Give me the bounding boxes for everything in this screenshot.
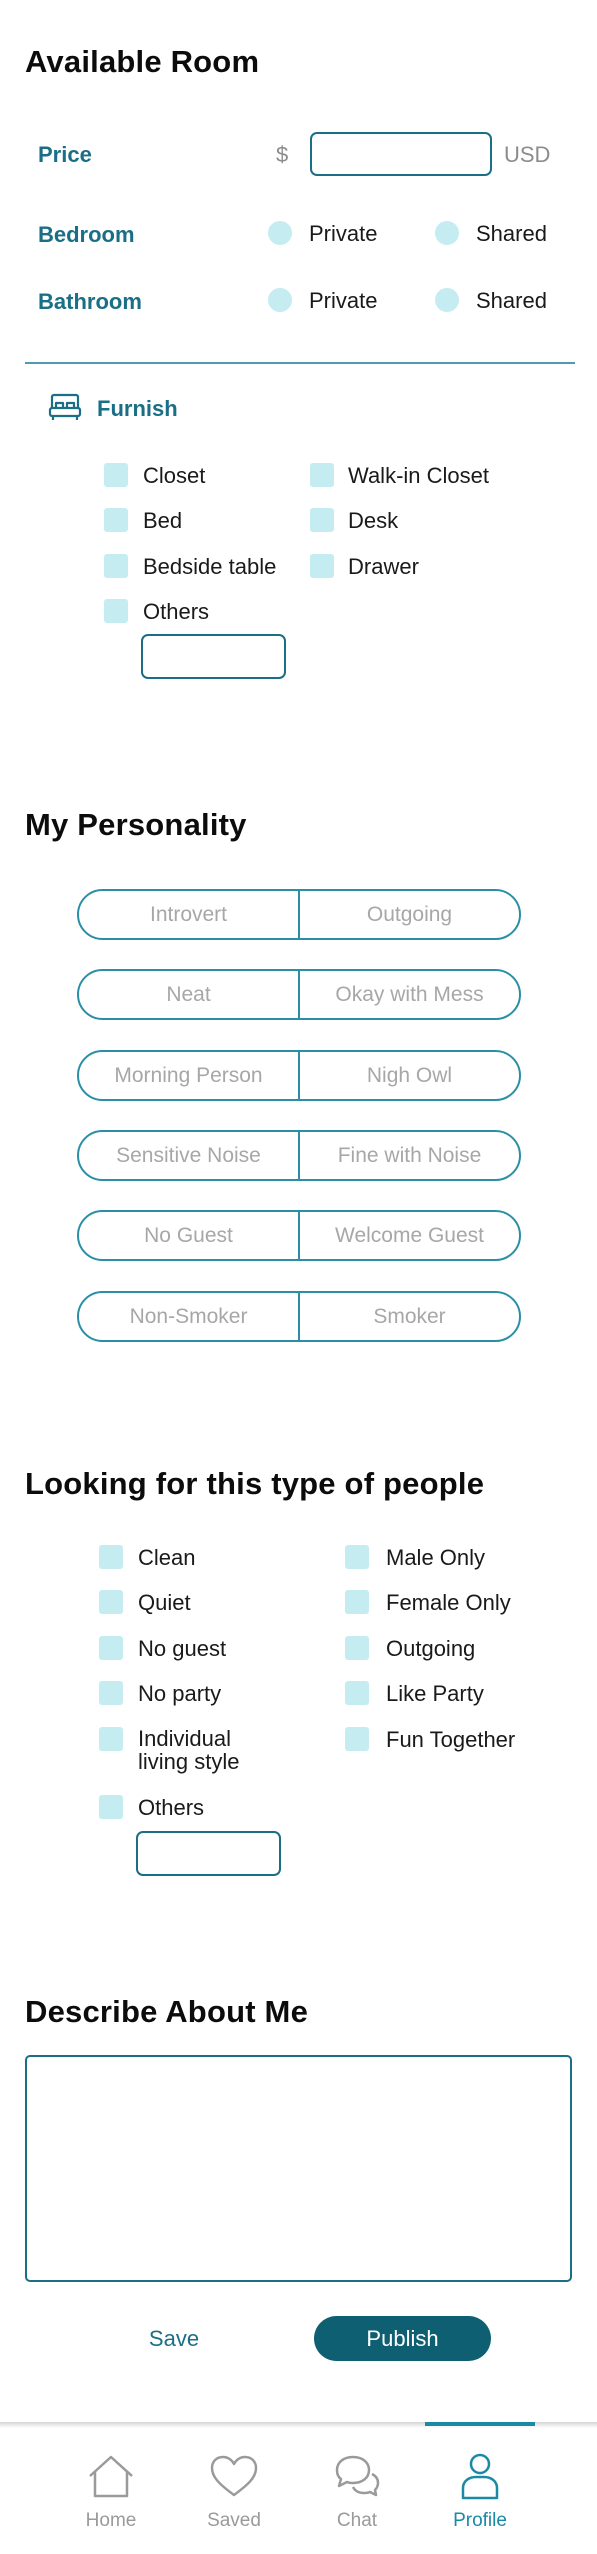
bathroom-label: Bathroom xyxy=(38,289,142,314)
option-sensitive-noise[interactable]: Sensitive Noise xyxy=(79,1132,300,1179)
personality-toggle-smoking[interactable]: Non-Smoker Smoker xyxy=(77,1291,521,1342)
home-icon xyxy=(84,2450,138,2504)
looking-quiet-label: Quiet xyxy=(138,1590,191,1615)
looking-no-guest-label: No guest xyxy=(138,1636,227,1661)
looking-clean-checkbox[interactable] xyxy=(99,1545,123,1569)
looking-individual-label: Individual living style xyxy=(138,1726,240,1774)
option-no-guest[interactable]: No Guest xyxy=(79,1212,300,1259)
option-okay-with-mess[interactable]: Okay with Mess xyxy=(300,971,519,1018)
describe-title: Describe About Me xyxy=(25,1994,309,2029)
save-button[interactable]: Save xyxy=(134,2326,214,2352)
bathroom-private-label: Private xyxy=(309,288,378,313)
price-input[interactable] xyxy=(310,132,492,176)
furnish-bed-checkbox[interactable] xyxy=(104,508,128,532)
personality-toggle-guest[interactable]: No Guest Welcome Guest xyxy=(77,1210,521,1261)
option-fine-with-noise[interactable]: Fine with Noise xyxy=(300,1132,519,1179)
describe-textarea[interactable] xyxy=(25,2055,572,2282)
furnish-desk-label: Desk xyxy=(348,508,399,533)
option-night-owl[interactable]: Nigh Owl xyxy=(300,1052,519,1099)
bedroom-shared-radio[interactable] xyxy=(435,221,459,245)
bedroom-private-label: Private xyxy=(309,221,378,246)
currency-code: USD xyxy=(504,142,551,167)
nav-label-home: Home xyxy=(85,2510,137,2531)
looking-for-title: Looking for this type of people xyxy=(25,1466,485,1501)
looking-others-label: Others xyxy=(138,1795,205,1820)
personality-title: My Personality xyxy=(25,807,247,842)
nav-label-saved: Saved xyxy=(207,2510,261,2531)
looking-outgoing-checkbox[interactable] xyxy=(345,1636,369,1660)
looking-female-only-checkbox[interactable] xyxy=(345,1590,369,1614)
looking-female-only-label: Female Only xyxy=(386,1590,511,1615)
furnish-drawer-checkbox[interactable] xyxy=(310,554,334,578)
bedroom-label: Bedroom xyxy=(38,222,135,247)
price-label: Price xyxy=(38,142,92,167)
looking-individual-checkbox[interactable] xyxy=(99,1727,123,1751)
currency-symbol: $ xyxy=(276,142,289,167)
nav-label-chat: Chat xyxy=(336,2510,378,2531)
personality-toggle-morning-night[interactable]: Morning Person Nigh Owl xyxy=(77,1050,521,1101)
personality-toggle-noise[interactable]: Sensitive Noise Fine with Noise xyxy=(77,1130,521,1181)
publish-button[interactable]: Publish xyxy=(314,2316,491,2361)
available-room-title: Available Room xyxy=(25,44,260,79)
option-non-smoker[interactable]: Non-Smoker xyxy=(79,1293,300,1340)
looking-others-checkbox[interactable] xyxy=(99,1795,123,1819)
nav-item-chat[interactable]: Chat xyxy=(302,2422,412,2554)
option-morning-person[interactable]: Morning Person xyxy=(79,1052,300,1099)
section-divider xyxy=(25,362,575,364)
looking-like-party-checkbox[interactable] xyxy=(345,1681,369,1705)
option-introvert[interactable]: Introvert xyxy=(79,891,300,938)
furnish-bed-label: Bed xyxy=(143,508,183,533)
nav-item-profile[interactable]: Profile xyxy=(425,2422,535,2554)
bathroom-shared-label: Shared xyxy=(476,288,547,313)
personality-toggle-neat-mess[interactable]: Neat Okay with Mess xyxy=(77,969,521,1020)
furnish-others-input[interactable] xyxy=(141,634,286,679)
looking-fun-together-checkbox[interactable] xyxy=(345,1727,369,1751)
looking-like-party-label: Like Party xyxy=(386,1681,484,1706)
bottom-nav: Home Saved Chat Profile xyxy=(0,2422,597,2554)
looking-no-party-label: No party xyxy=(138,1681,222,1706)
nav-item-saved[interactable]: Saved xyxy=(179,2422,289,2554)
bathroom-shared-radio[interactable] xyxy=(435,288,459,312)
nav-active-indicator xyxy=(425,2422,535,2426)
bedroom-private-radio[interactable] xyxy=(268,221,292,245)
option-welcome-guest[interactable]: Welcome Guest xyxy=(300,1212,519,1259)
chat-icon xyxy=(330,2450,384,2504)
furnish-label: Furnish xyxy=(97,396,178,421)
looking-fun-together-label: Fun Together xyxy=(386,1727,516,1752)
furnish-others-checkbox[interactable] xyxy=(104,599,128,623)
bed-icon xyxy=(48,392,82,422)
furnish-bedside-table-checkbox[interactable] xyxy=(104,554,128,578)
furnish-walkin-closet-checkbox[interactable] xyxy=(310,463,334,487)
looking-clean-label: Clean xyxy=(138,1545,196,1570)
furnish-closet-label: Closet xyxy=(143,463,206,488)
nav-label-profile: Profile xyxy=(453,2510,507,2531)
bedroom-shared-label: Shared xyxy=(476,221,547,246)
furnish-desk-checkbox[interactable] xyxy=(310,508,334,532)
looking-others-input[interactable] xyxy=(136,1831,281,1876)
furnish-bedside-table-label: Bedside table xyxy=(143,554,277,579)
looking-no-party-checkbox[interactable] xyxy=(99,1681,123,1705)
furnish-others-label: Others xyxy=(143,599,210,624)
option-outgoing[interactable]: Outgoing xyxy=(300,891,519,938)
looking-male-only-checkbox[interactable] xyxy=(345,1545,369,1569)
looking-quiet-checkbox[interactable] xyxy=(99,1590,123,1614)
looking-male-only-label: Male Only xyxy=(386,1545,486,1570)
personality-toggle-introvert-outgoing[interactable]: Introvert Outgoing xyxy=(77,889,521,940)
looking-outgoing-label: Outgoing xyxy=(386,1636,476,1661)
bathroom-private-radio[interactable] xyxy=(268,288,292,312)
nav-item-home[interactable]: Home xyxy=(56,2422,166,2554)
option-smoker[interactable]: Smoker xyxy=(300,1293,519,1340)
heart-icon xyxy=(207,2450,261,2504)
furnish-closet-checkbox[interactable] xyxy=(104,463,128,487)
option-neat[interactable]: Neat xyxy=(79,971,300,1018)
looking-no-guest-checkbox[interactable] xyxy=(99,1636,123,1660)
profile-icon xyxy=(453,2450,507,2504)
furnish-drawer-label: Drawer xyxy=(348,554,419,579)
furnish-walkin-closet-label: Walk-in Closet xyxy=(348,463,489,488)
